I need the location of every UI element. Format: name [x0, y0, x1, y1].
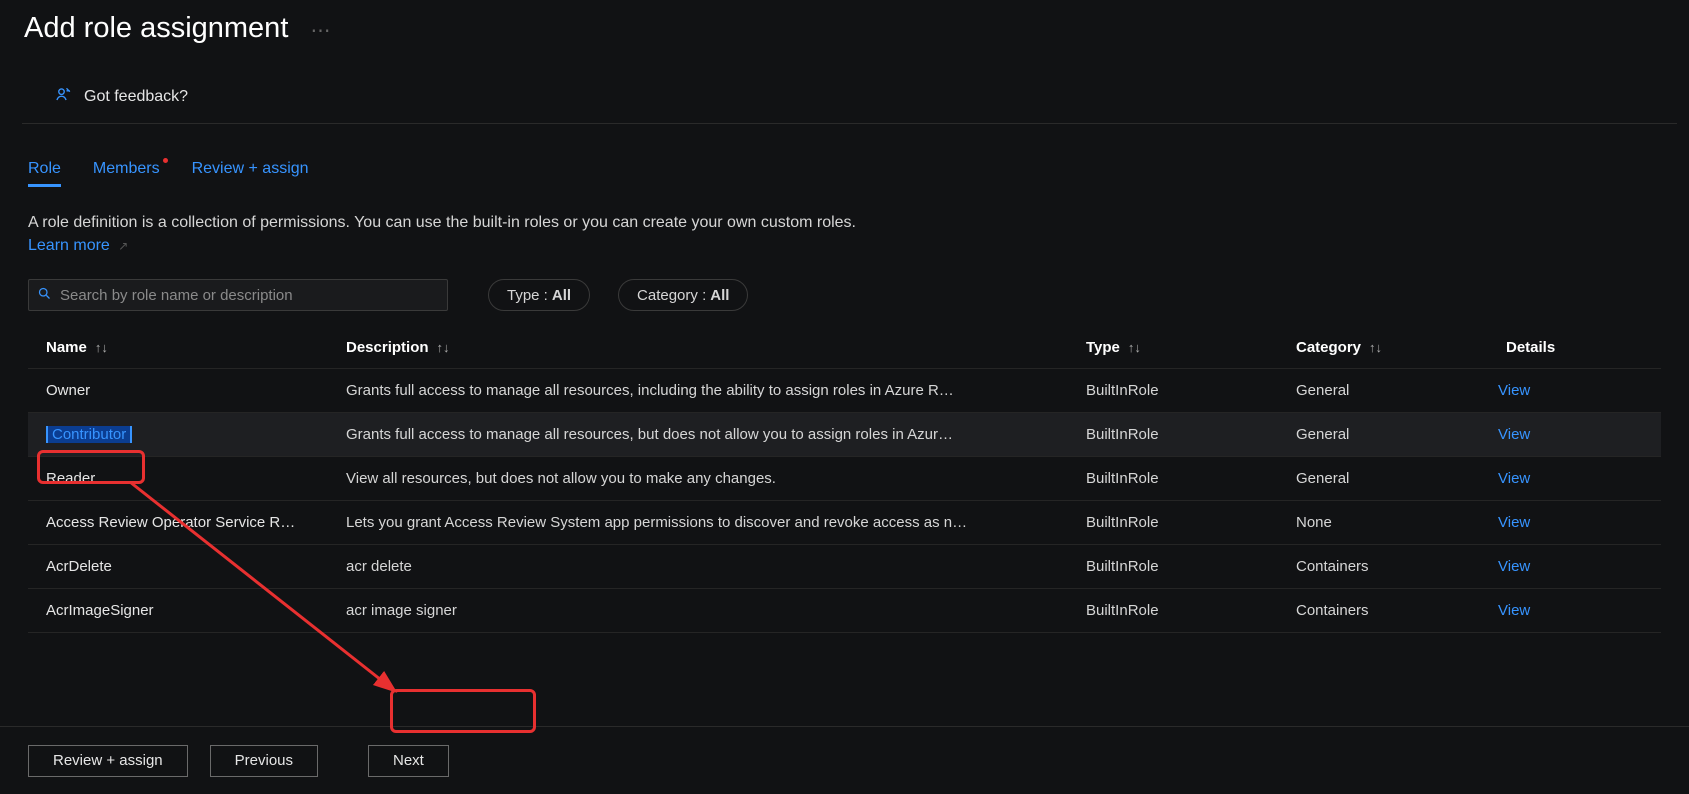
row-name: Contributor [28, 426, 328, 443]
row-name: Reader [28, 470, 328, 487]
col-name[interactable]: Name ↑↓ [28, 339, 328, 356]
search-input-wrapper[interactable] [28, 279, 448, 311]
previous-button[interactable]: Previous [210, 745, 318, 777]
row-name: Access Review Operator Service R… [28, 514, 328, 531]
filter-category-label: Category : [637, 287, 706, 304]
col-details: Details [1488, 339, 1568, 356]
sort-icon: ↑↓ [95, 340, 108, 355]
sort-icon: ↑↓ [1369, 340, 1382, 355]
col-description[interactable]: Description ↑↓ [328, 339, 1068, 356]
view-link[interactable]: View [1488, 470, 1568, 487]
row-name: AcrImageSigner [28, 602, 328, 619]
row-desc: View all resources, but does not allow y… [328, 470, 1068, 487]
review-assign-button[interactable]: Review + assign [28, 745, 188, 777]
search-icon [37, 286, 52, 305]
row-name: Owner [28, 382, 328, 399]
row-desc: acr image signer [328, 602, 1068, 619]
external-link-icon: ↗ [118, 239, 128, 253]
table-row[interactable]: Reader View all resources, but does not … [28, 457, 1661, 501]
row-type: BuiltInRole [1068, 514, 1278, 531]
row-name: AcrDelete [28, 558, 328, 575]
learn-more-label: Learn more [28, 237, 110, 254]
table-row[interactable]: Access Review Operator Service R… Lets y… [28, 501, 1661, 545]
row-type: BuiltInRole [1068, 558, 1278, 575]
sort-icon: ↑↓ [437, 340, 450, 355]
feedback-label: Got feedback? [84, 88, 188, 106]
row-desc: Lets you grant Access Review System app … [328, 514, 1068, 531]
feedback-icon [54, 85, 74, 109]
row-cat: None [1278, 514, 1488, 531]
filter-type[interactable]: Type : All [488, 279, 590, 311]
table-row[interactable]: AcrDelete acr delete BuiltInRole Contain… [28, 545, 1661, 589]
view-link[interactable]: View [1488, 558, 1568, 575]
next-button[interactable]: Next [368, 745, 449, 777]
filter-row: Type : All Category : All [0, 257, 1689, 311]
row-desc: Grants full access to manage all resourc… [328, 426, 1068, 443]
filter-category-value: All [710, 287, 729, 304]
filter-category[interactable]: Category : All [618, 279, 748, 311]
row-cat: General [1278, 426, 1488, 443]
table-header: Name ↑↓ Description ↑↓ Type ↑↓ Category … [28, 327, 1661, 369]
tab-members[interactable]: Members [93, 160, 160, 187]
col-details-label: Details [1506, 339, 1555, 356]
tab-review-label: Review + assign [192, 160, 309, 177]
more-icon[interactable]: ⋯ [310, 20, 330, 42]
row-desc: acr delete [328, 558, 1068, 575]
footer: Review + assign Previous Next [0, 726, 1689, 794]
tabs: Role Members Review + assign [0, 124, 1689, 187]
page-title: Add role assignment ⋯ [0, 0, 1689, 45]
row-cat: Containers [1278, 602, 1488, 619]
tab-members-label: Members [93, 160, 160, 177]
row-desc: Grants full access to manage all resourc… [328, 382, 1068, 399]
row-cat: Containers [1278, 558, 1488, 575]
view-link[interactable]: View [1488, 426, 1568, 443]
feedback-bar[interactable]: Got feedback? [22, 45, 1677, 124]
col-type[interactable]: Type ↑↓ [1068, 339, 1278, 356]
sort-icon: ↑↓ [1128, 340, 1141, 355]
row-type: BuiltInRole [1068, 602, 1278, 619]
col-name-label: Name [46, 339, 87, 356]
view-link[interactable]: View [1488, 382, 1568, 399]
row-type: BuiltInRole [1068, 426, 1278, 443]
table-row[interactable]: Owner Grants full access to manage all r… [28, 369, 1661, 413]
tab-role[interactable]: Role [28, 160, 61, 187]
tab-role-label: Role [28, 160, 61, 177]
filter-type-label: Type : [507, 287, 548, 304]
view-link[interactable]: View [1488, 602, 1568, 619]
col-category[interactable]: Category ↑↓ [1278, 339, 1488, 356]
table-row[interactable]: Contributor Grants full access to manage… [28, 413, 1661, 457]
filter-type-value: All [552, 287, 571, 304]
roles-table: Name ↑↓ Description ↑↓ Type ↑↓ Category … [28, 327, 1661, 633]
view-link[interactable]: View [1488, 514, 1568, 531]
row-cat: General [1278, 470, 1488, 487]
row-type: BuiltInRole [1068, 382, 1278, 399]
col-type-label: Type [1086, 339, 1120, 356]
page-title-text: Add role assignment [24, 12, 288, 44]
role-name-selected: Contributor [46, 426, 132, 443]
role-description: A role definition is a collection of per… [0, 187, 900, 257]
row-type: BuiltInRole [1068, 470, 1278, 487]
indicator-dot-icon [163, 158, 168, 163]
search-input[interactable] [60, 287, 439, 304]
role-desc-text: A role definition is a collection of per… [28, 214, 856, 231]
tab-review-assign[interactable]: Review + assign [192, 160, 309, 187]
learn-more-link[interactable]: Learn more ↗ [28, 237, 128, 254]
row-cat: General [1278, 382, 1488, 399]
table-row[interactable]: AcrImageSigner acr image signer BuiltInR… [28, 589, 1661, 633]
col-desc-label: Description [346, 339, 429, 356]
col-cat-label: Category [1296, 339, 1361, 356]
